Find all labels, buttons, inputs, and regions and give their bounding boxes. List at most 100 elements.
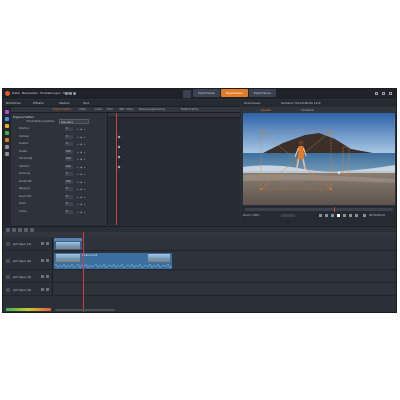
tab-source[interactable]: Quelle: [261, 108, 271, 112]
property-value-field[interactable]: 100: [65, 149, 73, 154]
next-frame-icon[interactable]: [349, 214, 352, 217]
keyframe-nav-icon[interactable]: ◂ ◆ ▸: [77, 128, 86, 131]
keyframe-area[interactable]: [108, 113, 240, 225]
property-value-field[interactable]: 100: [65, 179, 73, 184]
track-visibility-icon[interactable]: [6, 258, 10, 263]
tab-export[interactable]: Exportieren: [249, 89, 276, 97]
preview-scrubber[interactable]: [245, 207, 393, 212]
property-value-field[interactable]: 0: [65, 209, 73, 214]
beach-scene-image: [243, 113, 395, 205]
menu-edit[interactable]: Bearbeiten: [22, 91, 38, 95]
video-clip[interactable]: Strand.mp4: [54, 253, 172, 269]
tab-video[interactable]: Video: [79, 108, 86, 111]
video-clip[interactable]: [54, 238, 82, 250]
properties-header: Eigenschaften: [13, 115, 35, 119]
tab-import[interactable]: Importieren: [193, 89, 220, 97]
keyframe-nav-icon[interactable]: ◂ ◆ ▸: [77, 151, 86, 154]
tab-edit[interactable]: Bearbeiten: [221, 89, 248, 97]
keyframe-ruler[interactable]: [108, 113, 240, 118]
property-label: Drehung: [19, 172, 31, 175]
transitions-icon[interactable]: [5, 117, 9, 121]
keyframe-nav-icon[interactable]: ◂ ◆ ▸: [77, 211, 86, 214]
timeline-playhead[interactable]: [83, 232, 84, 312]
keyframe-nav-icon[interactable]: ◂ ◆ ▸: [77, 158, 86, 161]
mute-icon[interactable]: [46, 275, 49, 278]
property-row: Vertikal 0 ◂ ◆ ▸: [15, 134, 107, 140]
tab-timeline[interactable]: Timeline: [301, 108, 314, 112]
keyframe-nav-icon[interactable]: ◂ ◆ ▸: [77, 188, 86, 191]
minimize-icon[interactable]: [375, 92, 378, 95]
loop-icon[interactable]: [363, 214, 366, 217]
property-value-field[interactable]: 100: [65, 164, 73, 169]
menu-file[interactable]: Datei: [12, 91, 20, 95]
tab-360-video[interactable]: 360° Video: [119, 108, 133, 111]
keyframe-nav-icon[interactable]: ◂ ◆ ▸: [77, 136, 86, 139]
library-button[interactable]: Bibliothek: [6, 101, 21, 105]
video-preview[interactable]: [243, 113, 395, 205]
lock-icon[interactable]: [41, 242, 44, 245]
keyframe-playhead[interactable]: [116, 113, 117, 225]
forward-icon[interactable]: [343, 214, 346, 217]
go-end-icon[interactable]: [355, 214, 358, 217]
keyframe-nav-icon[interactable]: ◂ ◆ ▸: [77, 203, 86, 206]
audio-waveform: [54, 263, 172, 269]
effects-button[interactable]: Effekte: [33, 101, 44, 105]
audio-icon[interactable]: [5, 131, 9, 135]
jog-slider[interactable]: [281, 214, 295, 217]
motion-icon[interactable]: [5, 138, 9, 142]
keyframe-marker[interactable]: [117, 135, 121, 139]
track-visibility-icon[interactable]: [6, 241, 10, 246]
maximize-icon[interactable]: [382, 92, 385, 95]
keyframe-marker[interactable]: [117, 155, 121, 159]
track-visibility-icon[interactable]: [6, 287, 10, 292]
tab-color-correction[interactable]: Farbkorrektur: [181, 108, 198, 111]
property-value-field[interactable]: 0: [65, 142, 73, 146]
home-button[interactable]: [183, 90, 191, 98]
effects-icon[interactable]: [5, 110, 9, 114]
color-icon[interactable]: [5, 145, 9, 149]
property-row: Neigung 0 ◂ ◆ ▸: [15, 187, 107, 192]
timecode: 00:00:09.24: [369, 214, 385, 217]
lock-icon[interactable]: [41, 288, 44, 291]
tab-titles[interactable]: Titel: [107, 108, 113, 111]
text-button[interactable]: Text: [83, 101, 89, 105]
mute-icon[interactable]: [46, 242, 49, 245]
mute-icon[interactable]: [46, 259, 49, 262]
property-value-field[interactable]: 0: [65, 194, 73, 199]
property-value-field[interactable]: 0: [65, 127, 73, 131]
property-value-field[interactable]: 0: [65, 202, 73, 206]
play-icon[interactable]: [337, 214, 340, 217]
keyframe-marker[interactable]: [117, 165, 121, 169]
undo-icon[interactable]: [65, 92, 68, 95]
property-value-field[interactable]: 0: [65, 172, 73, 176]
mask-icon[interactable]: [5, 152, 9, 156]
keyframe-nav-icon[interactable]: ◂ ◆ ▸: [77, 143, 86, 146]
track-visibility-icon[interactable]: [6, 274, 10, 279]
keyframe-nav-icon[interactable]: ◂ ◆ ▸: [77, 173, 86, 176]
prev-frame-icon[interactable]: [325, 214, 328, 217]
tab-properties[interactable]: Eigenschaften: [53, 108, 71, 111]
mute-icon[interactable]: [46, 288, 49, 291]
keyframe-nav-icon[interactable]: ◂ ◆ ▸: [77, 181, 86, 184]
go-start-icon[interactable]: [319, 214, 322, 217]
keyframe-nav-icon[interactable]: ◂ ◆ ▸: [77, 196, 86, 199]
redo-icon[interactable]: [69, 92, 72, 95]
property-value-field[interactable]: 0: [65, 134, 73, 139]
keyframe-nav-icon[interactable]: ◂ ◆ ▸: [77, 166, 86, 169]
menu-settings[interactable]: Einstellungen: [40, 91, 60, 95]
property-value-field[interactable]: 100: [65, 157, 73, 161]
preset-select[interactable]: Standard: [59, 119, 89, 124]
save-icon[interactable]: [73, 92, 76, 95]
timeline-scrollbar[interactable]: [55, 309, 115, 311]
lock-icon[interactable]: [41, 275, 44, 278]
property-value-field[interactable]: 0: [65, 187, 73, 191]
lock-icon[interactable]: [41, 259, 44, 262]
tab-audio[interactable]: Audio: [95, 108, 102, 111]
rewind-icon[interactable]: [331, 214, 334, 217]
scrubber-handle[interactable]: [333, 207, 335, 212]
close-icon[interactable]: [389, 92, 392, 95]
tab-motion-tracking[interactable]: Bewegungstracking: [139, 108, 165, 111]
keyframe-marker[interactable]: [117, 145, 121, 149]
media-button[interactable]: Medien: [59, 101, 70, 105]
titles-icon[interactable]: [5, 124, 9, 128]
